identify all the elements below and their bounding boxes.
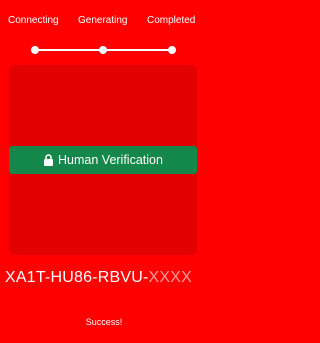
status-message: Success! xyxy=(85,317,123,327)
code-visible-part: XA1T-HU86-RBVU- xyxy=(5,269,149,286)
lock-icon xyxy=(43,154,54,166)
step-label-connecting: Connecting xyxy=(8,15,59,26)
step-labels: Connecting Generating Completed xyxy=(0,15,208,29)
progress-dot-completed xyxy=(168,46,176,54)
generated-code: XA1T-HU86-RBVU-XXXX xyxy=(5,268,192,288)
verification-page: { "steps": [ {"label": "Connecting"}, {"… xyxy=(0,0,208,343)
progress-dot-connecting xyxy=(31,46,39,54)
human-verification-button[interactable]: Human Verification xyxy=(9,146,197,174)
progress-dot-generating xyxy=(99,46,107,54)
human-verification-label: Human Verification xyxy=(58,153,163,167)
code-masked-part: XXXX xyxy=(148,269,192,286)
verification-panel: Human Verification xyxy=(9,65,197,255)
progress-track xyxy=(31,46,176,54)
step-label-completed: Completed xyxy=(147,15,196,26)
step-label-generating: Generating xyxy=(78,15,128,26)
